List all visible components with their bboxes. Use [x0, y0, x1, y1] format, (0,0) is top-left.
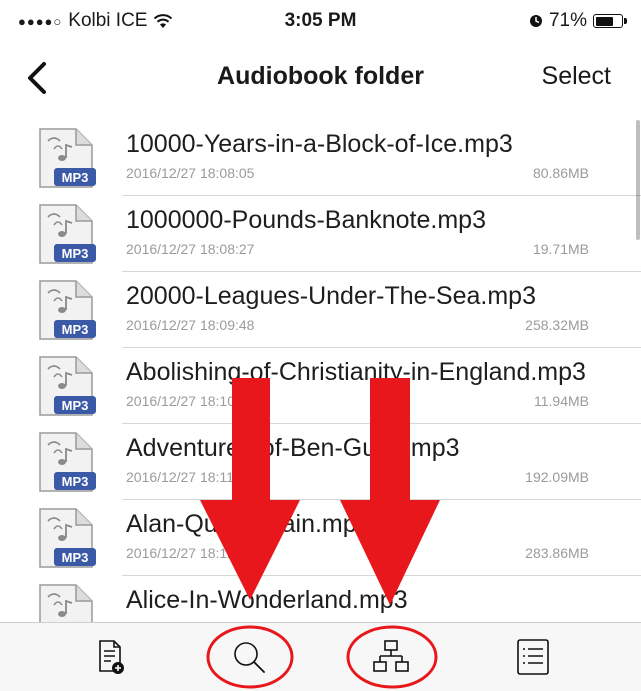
mp3-file-icon: MP3	[39, 356, 96, 416]
file-name: Abolishing-of-Christianity-in-England.mp…	[126, 358, 586, 386]
file-row[interactable]: MP3 Alice-In-Wonderland.mp3 2016/12/27 1…	[0, 576, 641, 622]
list-view-button[interactable]	[511, 635, 555, 679]
file-meta: 2016/12/27 18:08:05 80.86MB	[126, 165, 589, 181]
mp3-badge-label: MP3	[62, 474, 89, 489]
mp3-file-icon: MP3	[39, 128, 96, 188]
mp3-file-icon: MP3	[39, 280, 96, 340]
file-name: Alan-Quatermain.mp3	[126, 510, 371, 538]
file-row[interactable]: MP3 1000000-Pounds-Banknote.mp3 2016/12/…	[0, 196, 641, 272]
search-button[interactable]	[227, 635, 271, 679]
mp3-file-icon: MP3	[39, 584, 93, 622]
status-bar: ●●●●○ Kolbi ICE 3:05 PM 71%	[0, 0, 641, 44]
file-info: 10000-Years-in-a-Block-of-Ice.mp3 2016/1…	[126, 130, 589, 181]
list-icon	[517, 639, 549, 675]
file-name: 1000000-Pounds-Banknote.mp3	[126, 206, 486, 234]
file-size: 258.32MB	[525, 317, 589, 333]
file-row[interactable]: MP3 20000-Leagues-Under-The-Sea.mp3 2016…	[0, 272, 641, 348]
search-icon	[234, 642, 265, 673]
file-date: 2016/12/27 18:08:27	[126, 241, 255, 257]
select-button[interactable]: Select	[542, 62, 611, 91]
file-name: Alice-In-Wonderland.mp3	[126, 586, 408, 614]
file-info: Adventures-of-Ben-Gunn.mp3 2016/12/27 18…	[126, 434, 589, 485]
file-name: Adventures-of-Ben-Gunn.mp3	[126, 434, 460, 462]
file-info: Abolishing-of-Christianity-in-England.mp…	[126, 358, 589, 409]
file-meta: 2016/12/27 18:08:27 19.71MB	[126, 241, 589, 257]
file-date: 2016/12/27 18:10:02	[126, 393, 255, 409]
file-list[interactable]: MP3 10000-Years-in-a-Block-of-Ice.mp3 20…	[0, 120, 641, 622]
file-row[interactable]: MP3 Alan-Quatermain.mp3 2016/12/27 18:12…	[0, 500, 641, 576]
battery-info: 71%	[529, 10, 627, 32]
file-info: Alan-Quatermain.mp3 2016/12/27 18:12:36 …	[126, 510, 589, 561]
file-row[interactable]: MP3 Adventures-of-Ben-Gunn.mp3 2016/12/2…	[0, 424, 641, 500]
battery-percent: 71%	[548, 10, 587, 31]
mp3-badge-label: MP3	[62, 398, 89, 413]
file-info: 1000000-Pounds-Banknote.mp3 2016/12/27 1…	[126, 206, 589, 257]
file-row[interactable]: MP3 10000-Years-in-a-Block-of-Ice.mp3 20…	[0, 120, 641, 196]
file-date: 2016/12/27 18:12:36	[126, 545, 255, 561]
file-meta: 2016/12/27 18:09:48 258.32MB	[126, 317, 589, 333]
file-meta: 2016/12/27 18:12:36 283.86MB	[126, 545, 589, 561]
file-meta: 2016/12/27 18:11:15 192.09MB	[126, 469, 589, 485]
file-row[interactable]: MP3 Abolishing-of-Christianity-in-Englan…	[0, 348, 641, 424]
file-date: 2016/12/27 18:08:05	[126, 165, 255, 181]
folder-tree-button[interactable]	[369, 635, 413, 679]
mp3-badge-label: MP3	[62, 246, 89, 261]
bottom-toolbar	[0, 622, 641, 691]
scrollbar[interactable]	[635, 120, 641, 622]
scrollbar-thumb[interactable]	[636, 120, 640, 240]
file-size: 283.86MB	[525, 545, 589, 561]
file-info: 20000-Leagues-Under-The-Sea.mp3 2016/12/…	[126, 282, 589, 333]
navigation-bar: Audiobook folder Select	[0, 44, 641, 110]
battery-icon	[593, 14, 627, 28]
file-date: 2016/12/27 18:09:48	[126, 317, 255, 333]
file-name: 20000-Leagues-Under-The-Sea.mp3	[126, 282, 536, 310]
mp3-file-icon: MP3	[39, 204, 96, 264]
alarm-icon	[529, 15, 542, 27]
new-file-button[interactable]	[88, 635, 132, 679]
file-name: 10000-Years-in-a-Block-of-Ice.mp3	[126, 130, 513, 158]
mp3-badge-label: MP3	[62, 550, 89, 565]
mp3-file-icon: MP3	[39, 432, 96, 492]
new-file-icon	[99, 640, 124, 674]
mp3-badge-label: MP3	[62, 322, 89, 337]
mp3-file-icon: MP3	[39, 508, 96, 568]
mp3-badge-label: MP3	[62, 170, 89, 185]
file-size: 80.86MB	[532, 165, 589, 181]
file-meta: 2016/12/27 18:10:02 11.94MB	[126, 393, 589, 409]
file-size: 11.94MB	[534, 393, 589, 409]
folder-tree-icon	[373, 640, 409, 672]
battery-level	[595, 16, 614, 26]
file-size: 19.71MB	[532, 241, 589, 257]
file-date: 2016/12/27 18:11:15	[126, 469, 254, 485]
file-size: 192.09MB	[525, 469, 589, 485]
file-info: Alice-In-Wonderland.mp3 2016/12/27 18:13…	[126, 586, 589, 622]
